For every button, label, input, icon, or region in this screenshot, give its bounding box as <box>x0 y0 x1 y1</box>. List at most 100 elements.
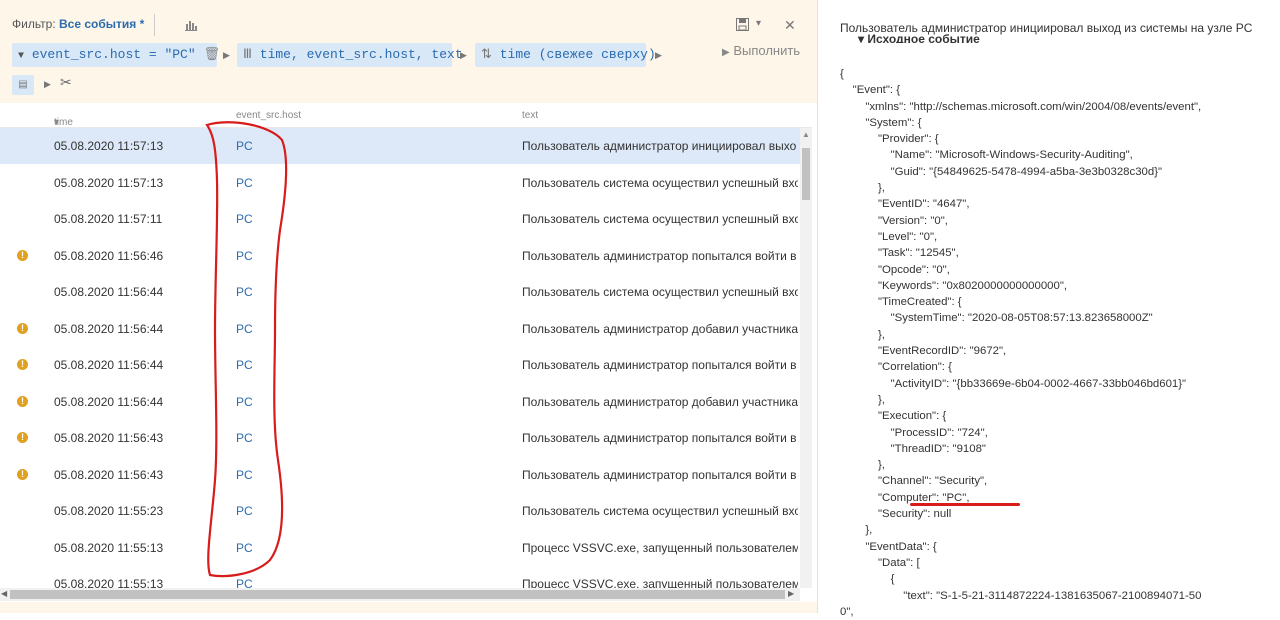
json-line: }, <box>840 524 873 537</box>
columns-icon: Ⅲ <box>243 47 252 62</box>
table-row[interactable]: ! 05.08.2020 11:56:44 PC Пользователь админ… <box>0 311 800 347</box>
json-line: }, <box>840 459 885 472</box>
columns-chip[interactable]: Ⅲ time, event_src.host, text <box>237 43 463 67</box>
row-host[interactable]: PC <box>236 249 253 263</box>
json-line: { <box>840 573 895 586</box>
scroll-left-icon[interactable]: ◀ <box>1 589 7 598</box>
row-text: Пользователь система осуществил успешный… <box>522 175 798 190</box>
table-row[interactable]: 05.08.2020 11:55:23 PC Пользователь систем… <box>0 493 800 529</box>
row-host[interactable]: PC <box>236 468 253 482</box>
row-host[interactable]: PC <box>236 285 253 299</box>
filter-selector[interactable]: Фильтр: Все события * <box>12 17 144 31</box>
toolbar-divider <box>154 14 155 36</box>
raw-event-json: { "Event": { "xmlns": "http://schemas.mi… <box>840 66 1201 620</box>
json-line: "text": "S-1-5-21-3114872224-1381635067-… <box>840 589 1202 602</box>
row-time: 05.08.2020 11:56:44 <box>54 358 164 372</box>
row-host[interactable]: PC <box>236 431 253 445</box>
warning-icon: ! <box>17 359 28 370</box>
chevron-down-icon[interactable]: ▾ <box>756 18 761 29</box>
scrollbar-thumb[interactable] <box>10 590 785 599</box>
row-host[interactable]: PC <box>236 176 253 190</box>
json-line: "SystemTime": "2020-08-05T08:57:13.82365… <box>840 312 1153 325</box>
row-host[interactable]: PC <box>236 212 253 226</box>
sort-text: time (свежее сверху) <box>499 47 656 62</box>
json-line: "Computer": "PC", <box>840 491 970 504</box>
query-toolbar: Фильтр: Все события * ▾ ✕ ▼ event_src.ho… <box>0 0 817 103</box>
json-line: "EventData": { <box>840 540 937 553</box>
table-row[interactable]: 05.08.2020 11:57:11 PC Пользователь систем… <box>0 201 800 237</box>
trash-icon[interactable]: 🗑 <box>203 47 220 62</box>
sort-chip[interactable]: ⇅ time (свежее сверху) <box>475 43 656 67</box>
table-chip[interactable]: ▤ <box>12 75 34 95</box>
warning-icon: ! <box>17 249 28 261</box>
host-filter-chip[interactable]: ▼ event_src.host = "PC" 🗑 <box>12 43 220 67</box>
json-line: "Channel": "Security", <box>840 475 988 488</box>
row-text: Процесс VSSVC.exe, запущенный пользовате… <box>522 540 798 555</box>
row-host[interactable]: PC <box>236 358 253 372</box>
events-panel: Фильтр: Все события * ▾ ✕ ▼ event_src.ho… <box>0 0 818 613</box>
row-time: 05.08.2020 11:55:23 <box>54 504 164 518</box>
horizontal-scrollbar[interactable]: ◀ ▶ <box>0 588 800 601</box>
scroll-up-icon[interactable]: ▲ <box>802 130 810 139</box>
vertical-scrollbar[interactable]: ▲ <box>800 128 812 588</box>
table-row[interactable]: ! 05.08.2020 11:56:46 PC Пользователь админ… <box>0 238 800 274</box>
table-header: time ▾ event_src.host text <box>0 103 812 128</box>
json-line: "Opcode": "0", <box>840 263 950 276</box>
row-text: Пользователь система осуществил успешный… <box>522 212 798 226</box>
json-line: "ActivityID": "{bb33669e-6b04-0002-4667-… <box>840 377 1187 390</box>
row-host[interactable]: PC <box>236 541 253 555</box>
source-event-heading[interactable]: ▾ Исходное событие <box>858 32 980 43</box>
table-row[interactable]: 05.08.2020 11:55:13 PC Процесс VSSVC.exe, … <box>0 530 800 566</box>
chart-icon[interactable] <box>184 18 198 32</box>
header-host[interactable]: event_src.host <box>236 110 301 121</box>
row-text: Пользователь администратор попытался вой… <box>522 467 797 482</box>
json-line: "Execution": { <box>840 410 947 423</box>
filter-value[interactable]: Все события * <box>59 17 144 31</box>
json-line: }, <box>840 393 885 406</box>
table-row[interactable]: ! 05.08.2020 11:56:43 PC Пользователь админ… <box>0 420 800 456</box>
save-icon[interactable] <box>736 18 749 31</box>
table-icon: ▤ <box>18 79 28 90</box>
json-line: "Event": { <box>840 84 901 97</box>
row-host[interactable]: PC <box>236 322 253 336</box>
row-text: Пользователь администратор попытался вой… <box>522 248 797 263</box>
row-host[interactable]: PC <box>236 395 253 409</box>
row-host[interactable]: PC <box>236 504 253 518</box>
run-button[interactable]: ▶ Выполнить <box>722 43 800 58</box>
table-row[interactable]: ! 05.08.2020 11:56:44 PC Пользователь админ… <box>0 384 800 420</box>
scissors-icon[interactable]: ✂ <box>60 74 72 91</box>
row-host[interactable]: PC <box>236 139 253 153</box>
table-row[interactable]: 05.08.2020 11:57:13 PC Пользователь систем… <box>0 165 800 201</box>
row-text: Пользователь система осуществил успешный… <box>522 504 798 518</box>
funnel-icon: ▼ <box>18 51 25 62</box>
chevron-right-icon: ▶ <box>460 50 467 60</box>
table-row[interactable]: ! 05.08.2020 11:56:43 PC Пользователь админ… <box>0 457 800 493</box>
row-time: 05.08.2020 11:55:13 <box>54 540 164 555</box>
table-row[interactable]: 05.08.2020 11:57:13 PC Пользователь админи… <box>0 128 800 164</box>
json-line: "TimeCreated": { <box>840 296 962 309</box>
close-icon[interactable]: ✕ <box>784 17 796 34</box>
scroll-right-icon[interactable]: ▶ <box>788 589 794 598</box>
header-text[interactable]: text <box>522 110 538 121</box>
json-line: "xmlns": "http://schemas.microsoft.com/w… <box>840 100 1202 113</box>
row-text: Пользователь администратор добавил участ… <box>522 321 798 336</box>
json-line: "Keywords": "0x8020000000000000", <box>840 279 1068 292</box>
json-line: "Level": "0", <box>840 230 938 243</box>
json-line: "Task": "12545", <box>840 247 959 260</box>
play-icon: ▶ <box>722 47 730 58</box>
json-line: "EventRecordID": "9672", <box>840 345 1007 358</box>
table-row[interactable]: ! 05.08.2020 11:56:44 PC Пользователь админ… <box>0 347 800 383</box>
row-text: Пользователь администратор добавил участ… <box>522 394 798 409</box>
json-line: { <box>840 68 844 80</box>
row-text: Пользователь администратор попытался вой… <box>522 358 797 372</box>
row-time: 05.08.2020 11:56:46 <box>54 248 164 263</box>
json-line: }, <box>840 328 885 341</box>
table-row[interactable]: 05.08.2020 11:56:44 PC Пользователь систем… <box>0 274 800 310</box>
scrollbar-thumb[interactable] <box>802 148 810 200</box>
row-text: Пользователь администратор попытался вой… <box>522 431 797 445</box>
row-time: 05.08.2020 11:57:13 <box>54 175 164 190</box>
json-line: "Version": "0", <box>840 214 948 227</box>
annotation-underline <box>910 503 1020 506</box>
host-filter-text: event_src.host = "PC" <box>31 47 196 62</box>
json-line: "Name": "Microsoft-Windows-Security-Audi… <box>840 149 1133 162</box>
